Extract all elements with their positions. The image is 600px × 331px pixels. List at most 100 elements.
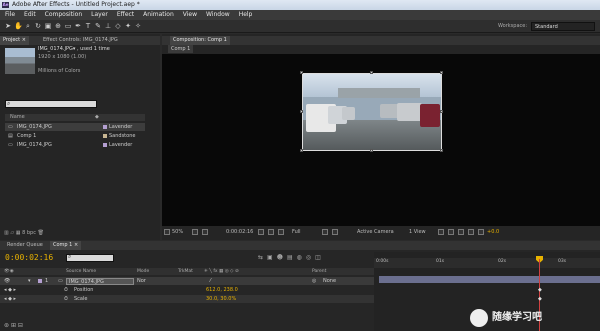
transform-handle[interactable] xyxy=(300,71,303,74)
pen-tool-icon[interactable]: ✒ xyxy=(74,22,82,30)
brush-tool-icon[interactable]: ✎ xyxy=(94,22,102,30)
tab-comp-1[interactable]: Comp 1 × xyxy=(50,241,82,250)
menu-help[interactable]: Help xyxy=(239,10,253,20)
shy-icon[interactable]: ☻ xyxy=(277,254,287,261)
transform-handle[interactable] xyxy=(370,71,373,74)
camera-tool-icon[interactable]: ▣ xyxy=(44,22,52,30)
transform-handle[interactable] xyxy=(440,149,443,152)
stopwatch-icon[interactable]: ⏱ xyxy=(64,295,68,303)
time-ruler[interactable]: 0:00s 01s 02s 03s xyxy=(374,258,600,268)
project-item-row[interactable]: ▤ Comp 1 Sandstone xyxy=(5,132,145,140)
resolution-select[interactable]: Full xyxy=(292,228,301,237)
new-comp-icon[interactable]: ▦ xyxy=(16,230,21,236)
column-trkmat[interactable]: TrkMat xyxy=(178,268,193,275)
type-tool-icon[interactable]: T xyxy=(84,22,92,30)
column-label-icon[interactable]: ◆ xyxy=(95,114,99,121)
transform-handle[interactable] xyxy=(440,71,443,74)
tab-composition[interactable]: Composition: Comp 1 xyxy=(170,36,230,45)
graph-editor-icon[interactable]: ◫ xyxy=(315,254,325,261)
layer-switches[interactable]: ⁄ xyxy=(210,277,211,285)
timeline-icon[interactable] xyxy=(458,229,464,235)
pan-behind-tool-icon[interactable]: ⊕ xyxy=(54,22,62,30)
workspace-select[interactable]: Standard xyxy=(531,22,595,31)
keyframe-nav-icon[interactable]: ◂ ◆ ▸ xyxy=(4,286,16,294)
transform-handle[interactable] xyxy=(300,149,303,152)
timeline-search-input[interactable] xyxy=(66,254,114,262)
eraser-tool-icon[interactable]: ◇ xyxy=(114,22,122,30)
grid-icon[interactable] xyxy=(192,229,198,235)
transform-handle[interactable] xyxy=(300,110,303,113)
clone-stamp-tool-icon[interactable]: ⊥ xyxy=(104,22,112,30)
layer-duration-bar[interactable] xyxy=(379,276,600,283)
exposure-icon[interactable] xyxy=(478,229,484,235)
comp-sub-tab[interactable]: Comp 1 xyxy=(168,45,194,53)
tab-effect-controls[interactable]: Effect Controls: IMG_0174.JPG xyxy=(40,36,121,45)
rotate-tool-icon[interactable]: ↻ xyxy=(34,22,42,30)
property-row[interactable]: ◂ ◆ ▸ ⏱ Position 612.0, 238.0 xyxy=(0,286,374,294)
hand-tool-icon[interactable]: ✋ xyxy=(14,22,23,30)
toggle-pixel-aspect-icon[interactable] xyxy=(438,229,444,235)
layer-row[interactable]: 👁 ▾ 1 ▭ IMG_0174.JPG Nor ⁄ ◎ None xyxy=(0,277,374,285)
menu-window[interactable]: Window xyxy=(206,10,230,20)
region-of-interest-icon[interactable] xyxy=(322,229,328,235)
toggle-switches-icon[interactable]: ⊛ xyxy=(4,322,9,329)
property-value[interactable]: 30.0, 30.0% xyxy=(206,295,236,303)
toggle-in-out-icon[interactable]: ⊟ xyxy=(18,322,23,329)
project-search-input[interactable] xyxy=(5,100,97,108)
trash-icon[interactable]: 🗑 xyxy=(38,230,44,236)
zoom-select[interactable]: 50% xyxy=(172,228,183,237)
stopwatch-icon[interactable]: ⏱ xyxy=(64,286,68,294)
composition-frame-image[interactable] xyxy=(302,73,442,151)
snapshot-icon[interactable] xyxy=(258,229,264,235)
project-item-row[interactable]: ▭ IMG_0174.JPG Lavender xyxy=(5,123,145,131)
menu-layer[interactable]: Layer xyxy=(91,10,108,20)
interpret-footage-icon[interactable]: ▥ xyxy=(4,230,9,236)
tab-project[interactable]: Project × xyxy=(0,36,29,45)
menu-view[interactable]: View xyxy=(183,10,197,20)
keyframe-marker[interactable]: ◆ xyxy=(538,287,542,293)
bit-depth[interactable]: 8 bpc xyxy=(22,230,36,236)
selection-tool-icon[interactable]: ➤ xyxy=(4,22,12,30)
mask-visibility-icon[interactable] xyxy=(202,229,208,235)
layer-mode-select[interactable]: Nor xyxy=(137,277,146,285)
comp-timecode[interactable]: 0:00:02:16 xyxy=(226,228,253,237)
menu-effect[interactable]: Effect xyxy=(117,10,134,20)
comp-flowchart-icon[interactable] xyxy=(468,229,474,235)
motion-blur-icon[interactable]: ◍ xyxy=(297,254,306,261)
transparency-grid-icon[interactable] xyxy=(332,229,338,235)
keyframe-marker[interactable]: ◆ xyxy=(538,296,542,302)
roto-brush-tool-icon[interactable]: ✦ xyxy=(124,22,132,30)
draft-3d-icon[interactable]: ▣ xyxy=(267,254,277,261)
brainstorm-icon[interactable]: ◎ xyxy=(306,254,315,261)
exposure-value[interactable]: +0.0 xyxy=(487,228,499,237)
column-name[interactable]: Name xyxy=(10,114,25,121)
camera-select[interactable]: Active Camera xyxy=(357,228,394,237)
puppet-tool-icon[interactable]: ✧ xyxy=(134,22,142,30)
live-update-icon[interactable]: ⇆ xyxy=(258,254,267,261)
property-row[interactable]: ◂ ◆ ▸ ⏱ Scale 30.0, 30.0% xyxy=(0,295,374,303)
timeline-timecode[interactable]: 0:00:02:16 xyxy=(5,253,53,262)
menu-animation[interactable]: Animation xyxy=(143,10,174,20)
fast-previews-icon[interactable] xyxy=(448,229,454,235)
show-snapshot-icon[interactable] xyxy=(268,229,274,235)
column-mode[interactable]: Mode xyxy=(137,268,149,275)
frame-blending-icon[interactable]: ▤ xyxy=(287,254,297,261)
always-preview-icon[interactable] xyxy=(164,229,170,235)
expand-icon[interactable]: ▾ xyxy=(28,277,31,285)
transform-handle[interactable] xyxy=(370,149,373,152)
tab-render-queue[interactable]: Render Queue xyxy=(4,241,46,250)
menu-composition[interactable]: Composition xyxy=(45,10,82,20)
new-folder-icon[interactable]: ▱ xyxy=(10,230,14,236)
parent-pickwhip-icon[interactable]: ◎ xyxy=(312,277,316,285)
layer-name[interactable]: IMG_0174.JPG xyxy=(66,277,134,285)
visibility-icon[interactable]: 👁 xyxy=(4,277,10,285)
view-layout-select[interactable]: 1 View xyxy=(409,228,426,237)
label-swatch[interactable] xyxy=(38,279,42,283)
menu-edit[interactable]: Edit xyxy=(24,10,36,20)
property-value[interactable]: 612.0, 238.0 xyxy=(206,286,238,294)
menu-file[interactable]: File xyxy=(5,10,15,20)
column-source-name[interactable]: Source Name xyxy=(66,268,96,275)
column-parent[interactable]: Parent xyxy=(312,268,326,275)
toggle-modes-icon[interactable]: ⊞ xyxy=(11,322,16,329)
layer-parent-select[interactable]: None xyxy=(323,277,336,285)
